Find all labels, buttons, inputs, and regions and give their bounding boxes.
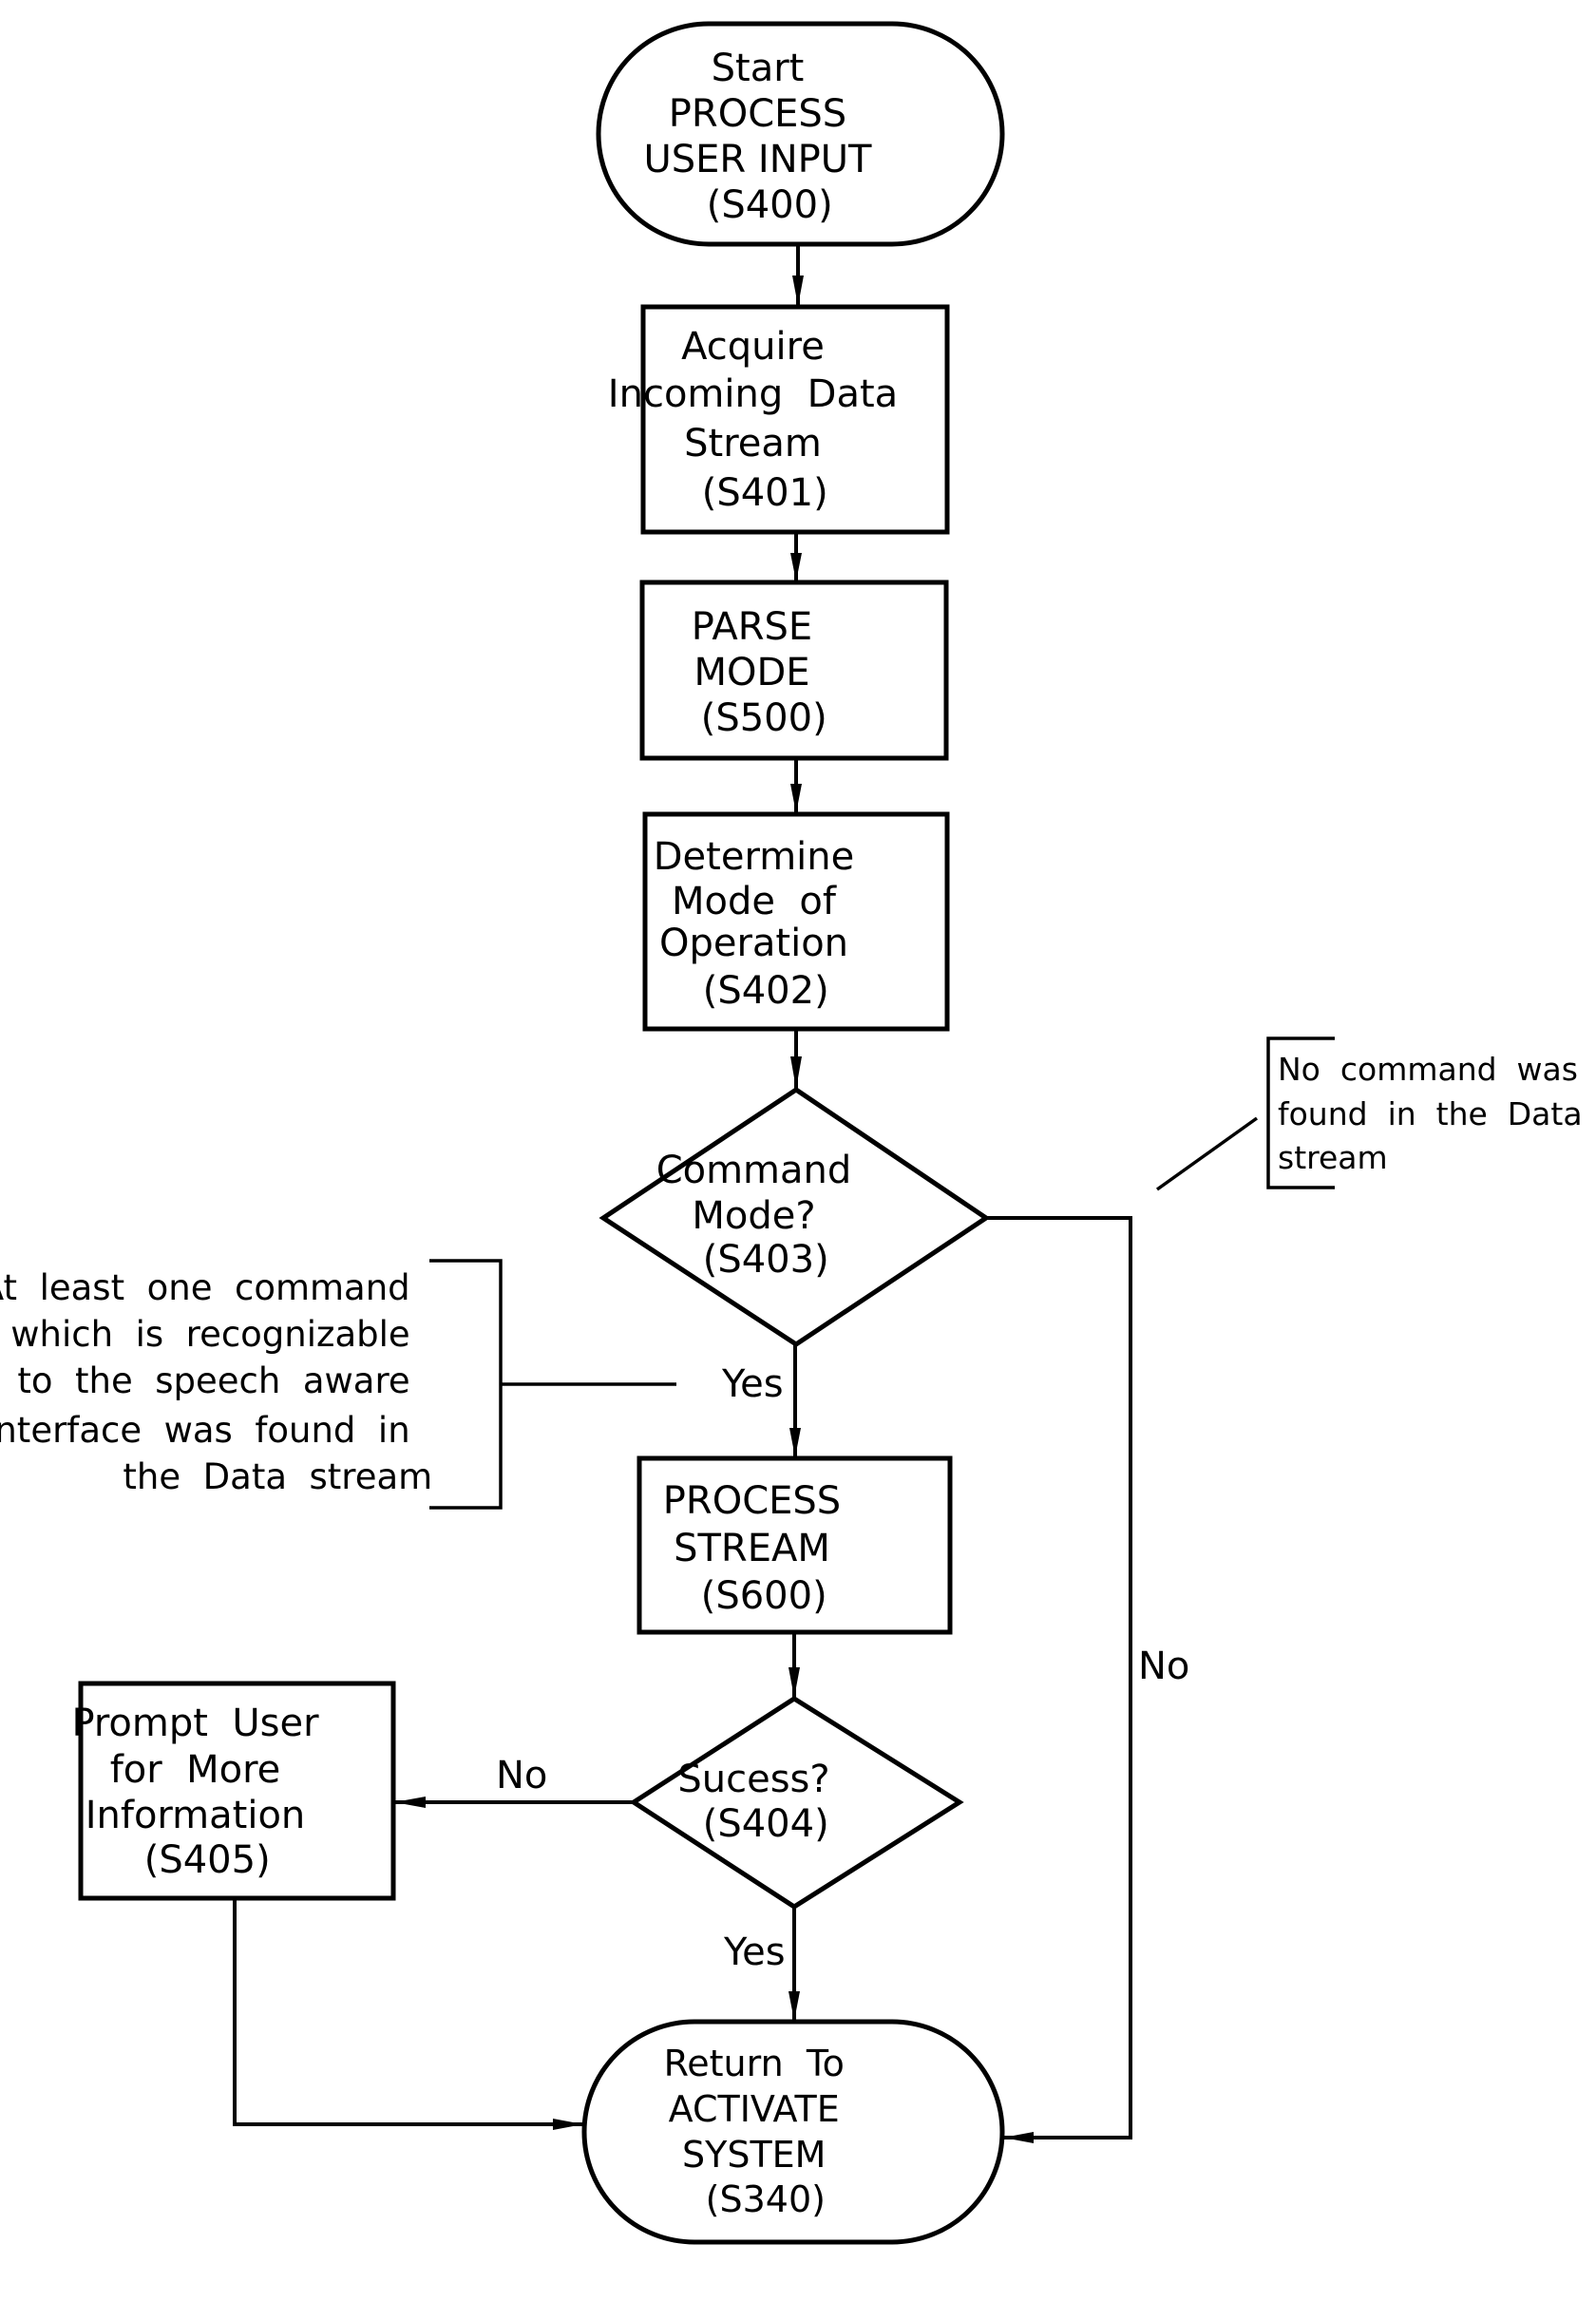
node-s405-id: (S405): [144, 1838, 271, 1882]
arrowhead-icon: [394, 1797, 426, 1808]
arrowhead-icon: [790, 553, 802, 581]
node-s402-id: (S402): [703, 969, 829, 1013]
node-s340-line: ACTIVATE: [669, 2088, 840, 2130]
node-s401-line: Acquire: [681, 325, 825, 369]
node-s402-line: Operation: [659, 922, 848, 965]
flowchart-canvas: Start PROCESS USER INPUT (S400) Acquire …: [0, 0, 1583, 2245]
node-s400-id: (S400): [707, 183, 833, 227]
yes-note-line: the Data stream: [123, 1456, 432, 1497]
node-s404-line: Sucess?: [677, 1758, 829, 1801]
no-note-line: stream: [1278, 1139, 1388, 1176]
arrowhead-icon: [1003, 2132, 1034, 2143]
no-note-line: No command was: [1278, 1051, 1578, 1088]
node-s500-line: PARSE: [692, 605, 812, 649]
no-note-leader: [1155, 1116, 1259, 1191]
node-s401-line: Incoming Data: [608, 372, 898, 416]
node-s403-line: Mode?: [692, 1194, 815, 1238]
yes-note-line: to the speech aware: [17, 1360, 409, 1401]
arrowhead-icon: [553, 2119, 583, 2130]
node-s500-line: MODE: [694, 651, 809, 694]
no-note-line: found in the Data: [1278, 1095, 1583, 1132]
arrowhead-icon: [792, 276, 804, 306]
node-s340-line: Return To: [664, 2043, 845, 2084]
node-s600-line: PROCESS: [663, 1479, 841, 1523]
node-s402-line: Determine: [654, 835, 854, 879]
edge-label-s403-yes: Yes: [721, 1362, 784, 1406]
node-s403-id: (S403): [703, 1238, 829, 1282]
node-s400-line: USER INPUT: [643, 138, 872, 181]
node-s340-id: (S340): [706, 2178, 826, 2220]
edge-s403-s340-no: [986, 1216, 1132, 2139]
node-s600-id: (S600): [701, 1574, 827, 1618]
arrowhead-icon: [788, 1667, 800, 1698]
edge-label-s404-yes: Yes: [723, 1930, 786, 1974]
yes-note-line: interface was found in: [0, 1410, 410, 1451]
arrowhead-icon: [790, 1056, 802, 1089]
node-s402-line: Mode of: [672, 880, 837, 923]
yes-note-line: which is recognizable: [10, 1314, 409, 1355]
node-s401-id: (S401): [702, 471, 828, 515]
yes-note-text: At least one command which is recognizab…: [0, 0, 488, 1497]
node-s600-line: STREAM: [674, 1527, 830, 1570]
node-s400-line: Start: [712, 47, 805, 90]
node-s500-id: (S500): [701, 696, 827, 740]
node-s405-label: Prompt User for More Information (S405): [0, 0, 404, 1882]
arrowhead-icon: [788, 1991, 800, 2021]
node-s405-line: Prompt User: [71, 1702, 319, 1745]
edge-label-s404-no: No: [496, 1754, 547, 1797]
arrowhead-icon: [789, 1428, 801, 1457]
arrowhead-icon: [790, 784, 802, 813]
node-s401-line: Stream: [684, 422, 822, 466]
node-s404-id: (S404): [703, 1802, 829, 1846]
edge-s405-s340: [233, 1898, 584, 2126]
node-s405-line: for More: [110, 1748, 281, 1792]
node-s405-line: Information: [86, 1794, 306, 1837]
yes-note-line: At least one command: [0, 1267, 410, 1308]
edge-label-s403-no: No: [1138, 1645, 1189, 1688]
node-s400-line: PROCESS: [669, 92, 846, 136]
node-s403-line: Command: [656, 1149, 852, 1192]
node-s340-line: SYSTEM: [682, 2134, 826, 2176]
